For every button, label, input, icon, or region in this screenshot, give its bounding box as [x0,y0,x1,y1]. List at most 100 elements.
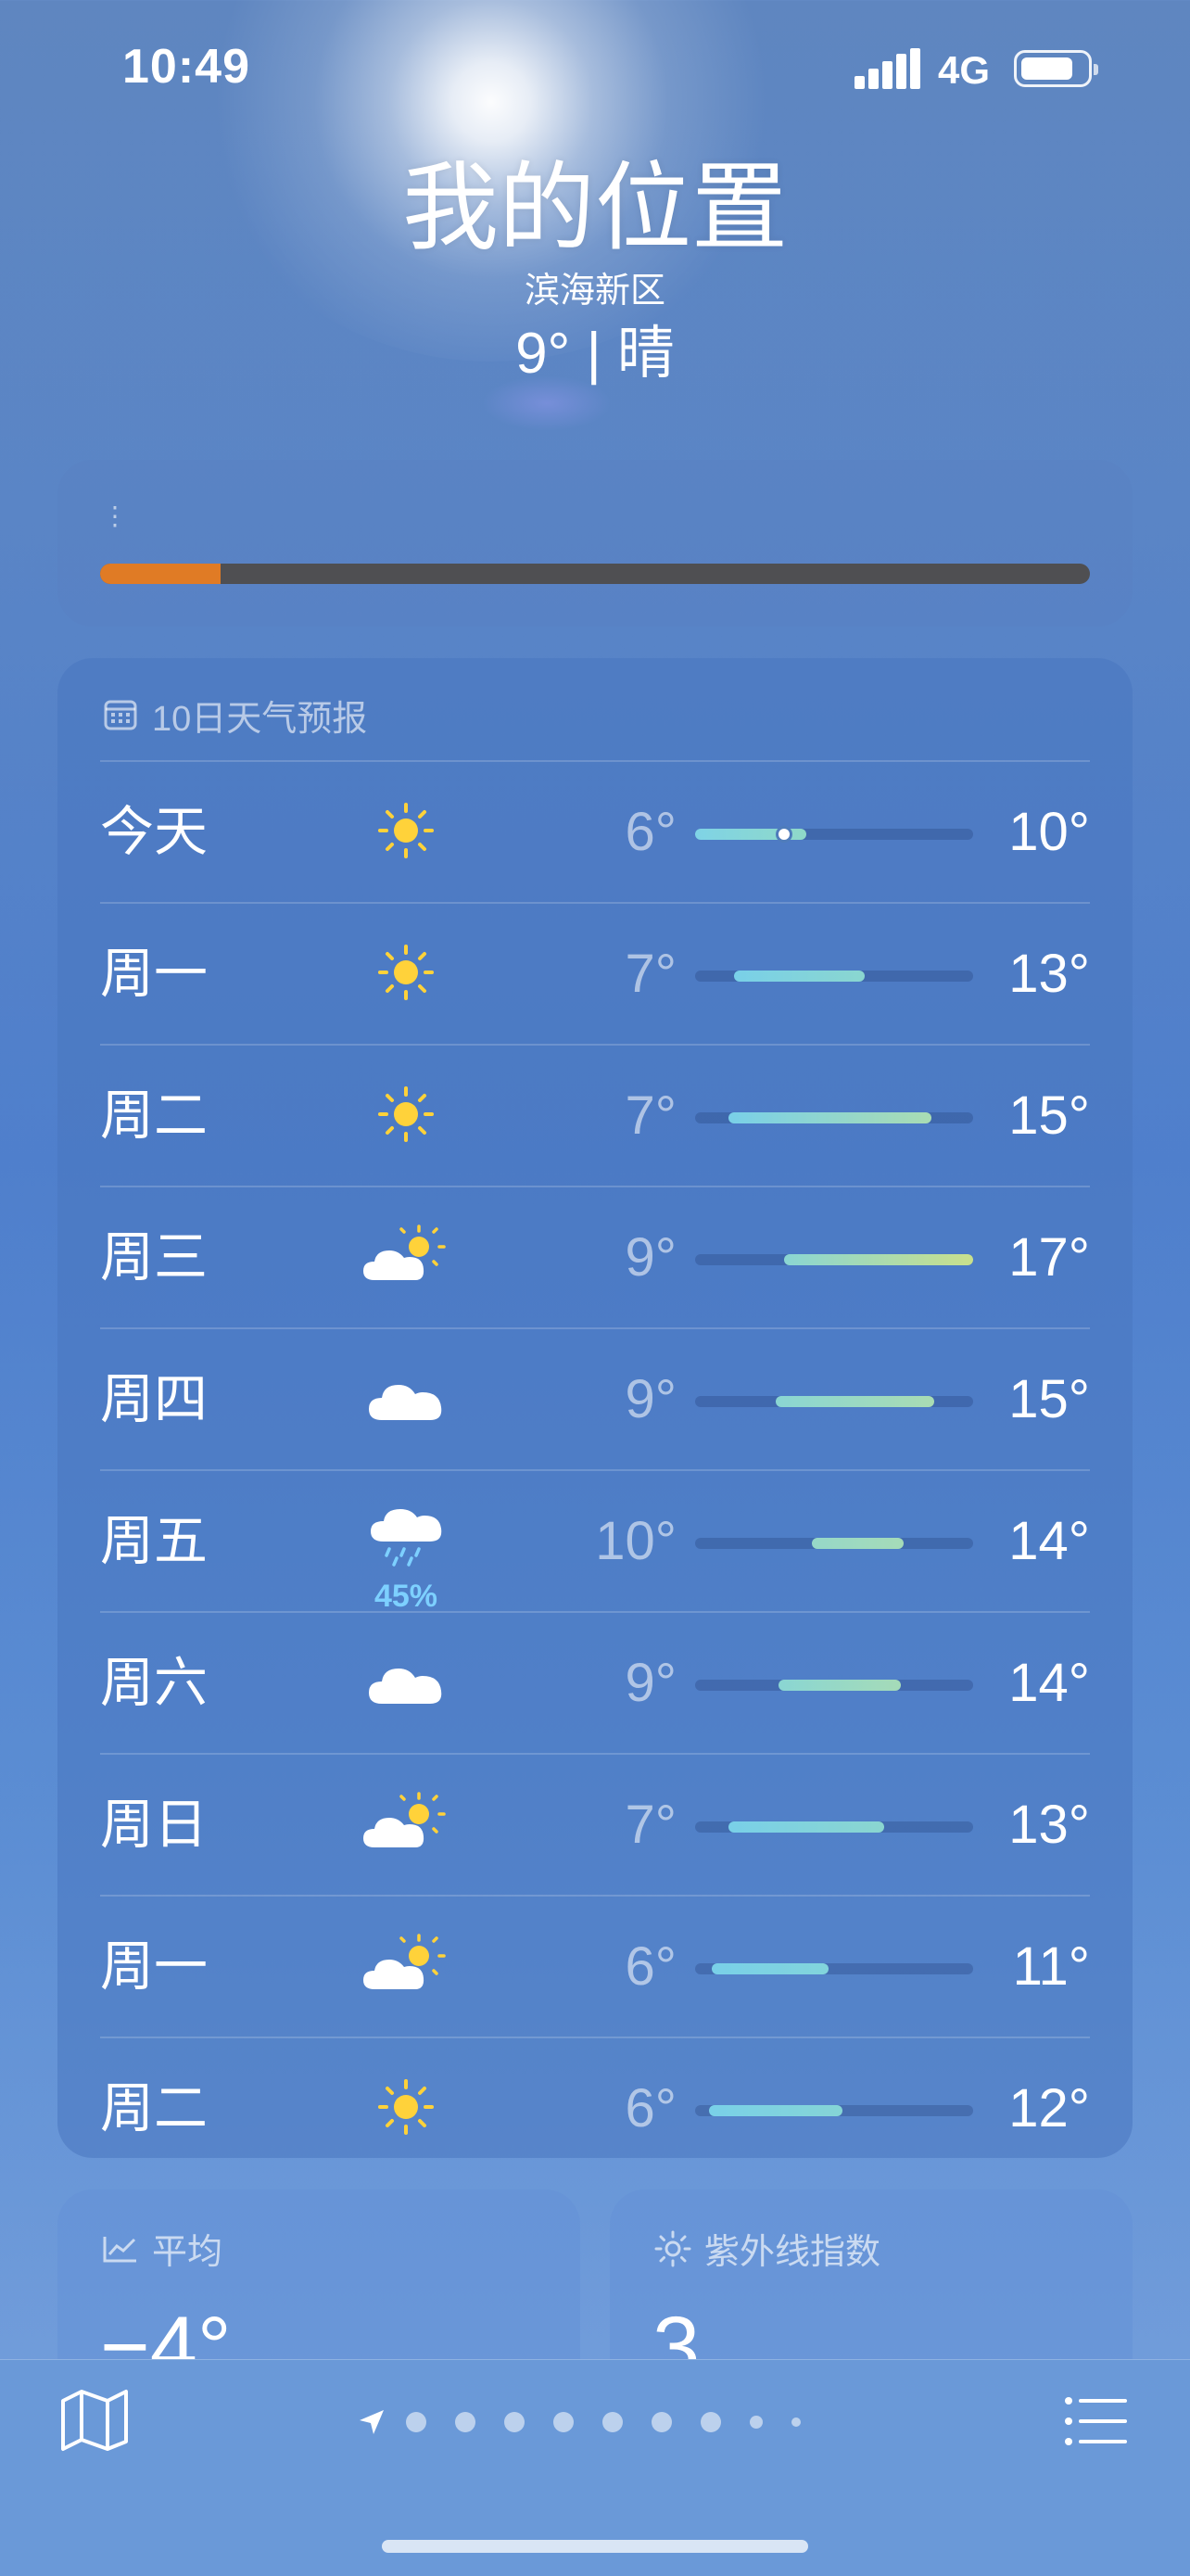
high-temp: 11° [1012,1936,1090,1997]
temperature-range-bar [695,1396,973,1407]
sun-icon [361,935,450,1009]
forecast-row[interactable]: 周二 6° 12° [100,2037,1090,2178]
low-temp: 6° [625,802,677,862]
air-quality-card[interactable]: ⋮ [57,460,1133,627]
high-temp: 17° [1008,1227,1090,1288]
forecast-row[interactable]: 周五 45% 10° 14° [100,1469,1090,1614]
forecast-row[interactable]: 周日 7° 13° [100,1753,1090,1895]
low-temp: 9° [625,1227,677,1288]
cellular-signal-icon [855,48,920,89]
list-icon[interactable] [1064,2395,1129,2447]
location-header: 我的位置 滨海新区 9° | 晴 [0,153,1190,392]
temperature-range-fill [779,1680,901,1691]
forecast-day: 周五 [100,1511,209,1571]
temperature-range-bar [695,1538,973,1549]
sun-icon [361,793,450,868]
uv-title: 紫外线指数 [704,2233,881,2272]
uv-header: 紫外线指数 [654,2223,880,2274]
map-icon[interactable] [59,2388,130,2453]
low-temp: 7° [625,1795,677,1855]
temperature-range-bar [695,1112,973,1123]
low-temp: 7° [625,944,677,1004]
temperature-range-fill [709,2105,842,2116]
page-dot[interactable] [750,2416,763,2429]
high-temp: 14° [1008,1653,1090,1713]
temperature-range-fill [812,1538,904,1549]
forecast-day: 今天 [100,802,209,862]
temperature-range-bar [695,2105,973,2116]
average-title: 平均 [152,2233,223,2272]
temperature-range-bar [695,1254,973,1265]
temperature-range-bar [695,1821,973,1833]
temperature-range-fill [728,1112,931,1123]
forecast-row[interactable]: 周二 7° 15° [100,1044,1090,1186]
low-temp: 7° [625,1085,677,1146]
sun-outline-icon [654,2230,691,2266]
page-dot[interactable] [602,2412,623,2432]
cloud-icon [361,1361,450,1435]
status-time: 10:49 [122,40,250,94]
temperature-range-fill [734,971,865,982]
status-bar: 10:49 4G [0,0,1190,139]
high-temp: 13° [1008,1795,1090,1855]
forecast-row[interactable]: 周六 9° 14° [100,1611,1090,1753]
forecast-row[interactable]: 周四 9° 15° [100,1327,1090,1469]
page-dot[interactable] [406,2412,426,2432]
page-indicator[interactable] [358,2406,829,2438]
low-temp: 10° [595,1511,677,1571]
high-temp: 15° [1008,1085,1090,1146]
forecast-day: 周一 [100,944,209,1004]
low-temp: 6° [625,1936,677,1997]
forecast-day: 周六 [100,1653,209,1713]
partly-cloudy-icon [361,1928,450,2002]
calendar-icon [104,700,137,730]
page-dot[interactable] [652,2412,672,2432]
temperature-range-bar [695,826,973,843]
high-temp: 15° [1008,1369,1090,1429]
high-temp: 10° [1008,802,1090,862]
forecast-day: 周四 [100,1369,209,1429]
sublocation: 滨海新区 [524,272,665,311]
page-dot[interactable] [504,2412,525,2432]
temperature-range-fill [712,1963,829,1974]
partly-cloudy-icon [361,1786,450,1860]
average-header: 平均 [102,2223,222,2274]
forecast-row[interactable]: 周三 9° 17° [100,1186,1090,1327]
temperature-range-bar [695,1680,973,1691]
forecast-row[interactable]: 周一 7° 13° [100,902,1090,1044]
low-temp: 6° [625,2078,677,2138]
battery-icon [1014,50,1098,87]
low-temp: 9° [625,1369,677,1429]
temperature-range-fill [784,1254,973,1265]
forecast-day: 周一 [100,1936,209,1997]
low-temp: 9° [625,1653,677,1713]
high-temp: 12° [1008,2078,1090,2138]
sun-icon [361,1077,450,1151]
forecast-day: 周二 [100,2078,209,2138]
high-temp: 13° [1008,944,1090,1004]
forecast-rows: 今天 6° 10° 周一 7° 13° 周二 7° 15° 周三 9° 17° 周四 9° [100,760,1090,2178]
precipitation-chance: 45% [373,1579,438,1614]
cloud-icon [361,1644,450,1719]
location-arrow-icon [360,2410,384,2434]
more-icon: ⋮ [102,501,128,530]
trend-chart-icon [103,2236,136,2262]
forecast-day: 周二 [100,1085,209,1146]
location-title: 我的位置 [401,155,788,262]
page-dot[interactable] [553,2412,574,2432]
page-dot[interactable] [455,2412,475,2432]
forecast-row[interactable]: 今天 6° 10° [100,760,1090,902]
forecast-row[interactable]: 周一 6° 11° [100,1895,1090,2037]
rain-icon [361,1503,450,1577]
page-dot[interactable] [701,2412,721,2432]
ten-day-forecast-card[interactable]: 10日天气预报 今天 6° 10° 周一 7° 13° 周二 7° 15° 周三 9° 17 [57,658,1133,2158]
partly-cloudy-icon [361,1219,450,1293]
current-temp-marker [776,826,792,843]
temperature-range-bar [695,971,973,982]
high-temp: 14° [1008,1511,1090,1571]
forecast-day: 周三 [100,1227,209,1288]
sun-icon [361,2070,450,2144]
temperature-range-bar [695,1963,973,1974]
page-dot[interactable] [791,2417,801,2427]
current-condition: 9° | 晴 [515,322,675,386]
